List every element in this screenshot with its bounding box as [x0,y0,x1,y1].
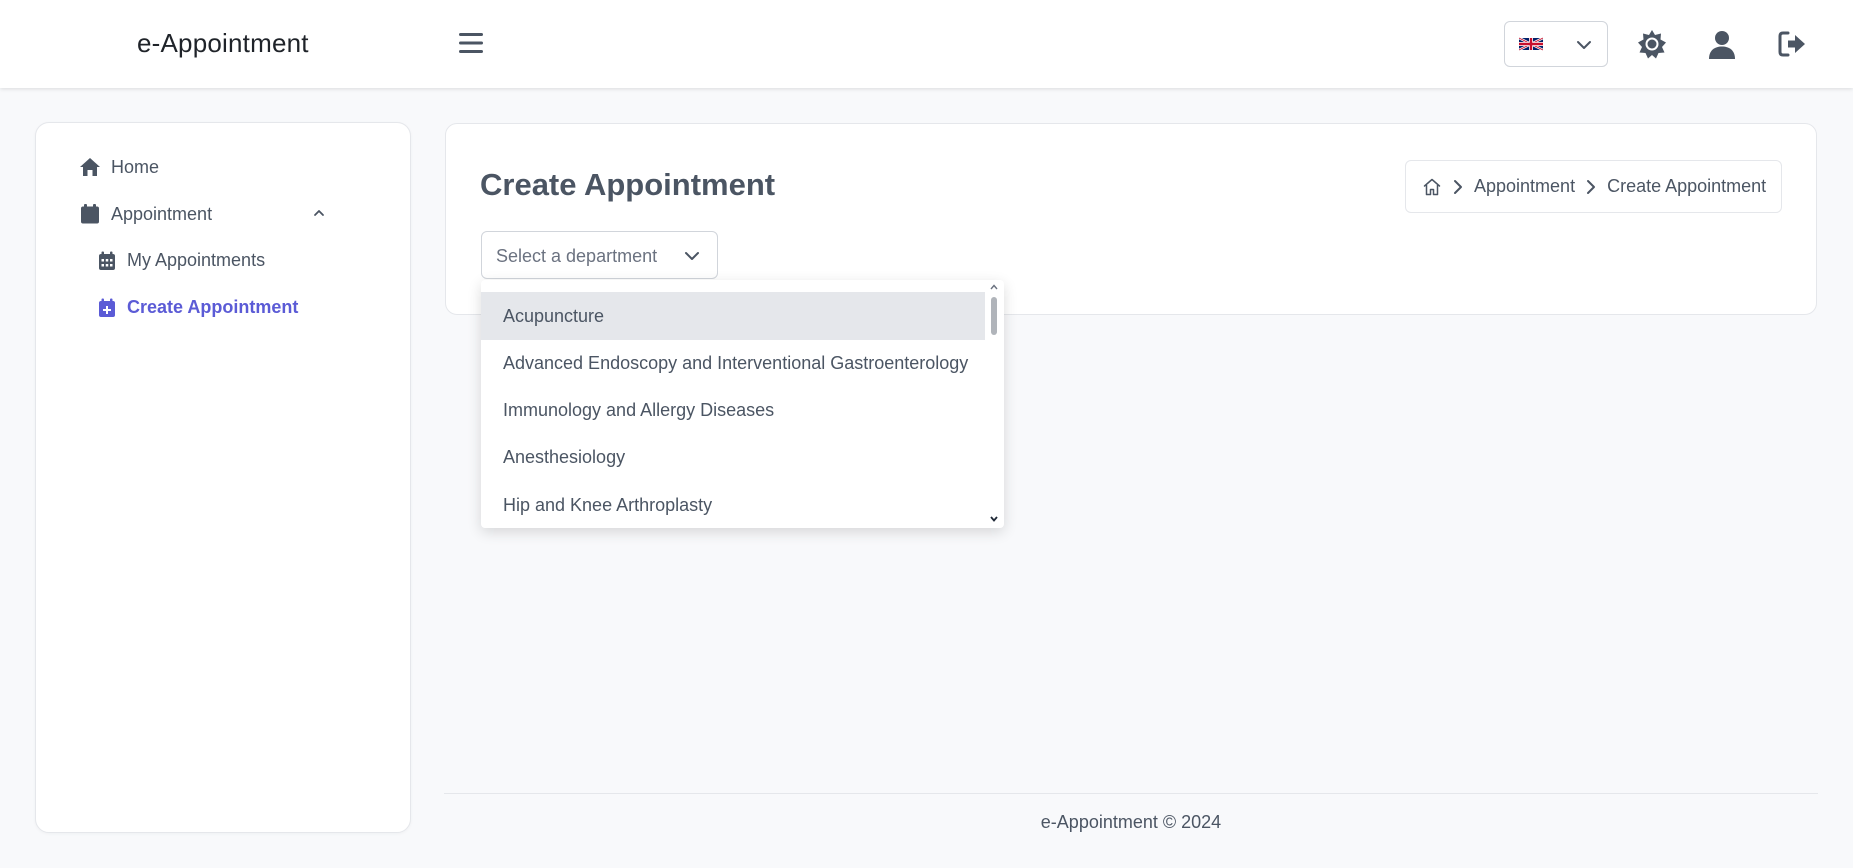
breadcrumb-separator-icon [1585,179,1597,195]
chevron-down-icon [1577,41,1591,49]
sidebar-item-label: Home [111,156,160,177]
chevron-up-icon[interactable] [312,206,326,220]
scroll-down-arrow-icon[interactable] [989,514,999,524]
calendar-plus-icon [99,298,115,317]
calendar-grid-icon [99,251,115,270]
sidebar-item-create-appointment[interactable]: Create Appointment [98,297,298,318]
breadcrumb-appointment[interactable]: Appointment [1474,176,1575,197]
dropdown-option-immunology[interactable]: Immunology and Allergy Diseases [481,386,985,434]
sidebar-item-home[interactable]: Home [79,156,159,178]
sidebar-item-appointment[interactable]: Appointment [80,203,212,225]
logout-icon[interactable] [1776,28,1808,60]
language-select[interactable] [1504,21,1608,67]
breadcrumb: Appointment Create Appointment [1405,160,1782,213]
dropdown-option-anesthesiology[interactable]: Anesthesiology [481,433,985,481]
page-title: Create Appointment [480,167,776,202]
footer-divider [444,793,1818,794]
department-select-placeholder: Select a department [496,246,658,266]
home-outline-icon[interactable] [1422,177,1442,197]
sidebar-item-my-appointments[interactable]: My Appointments [98,250,265,271]
app-brand[interactable]: e-Appointment [137,28,309,59]
dropdown-option-endoscopy[interactable]: Advanced Endoscopy and Interventional Ga… [481,339,985,387]
sidebar-item-label: Create Appointment [127,297,299,317]
sidebar [35,122,411,833]
scroll-up-arrow-icon[interactable] [989,282,999,292]
calendar-icon [81,204,99,224]
hamburger-menu-icon[interactable] [458,30,484,56]
sidebar-item-label: My Appointments [127,250,266,270]
chevron-down-icon [685,252,699,260]
uk-flag-icon [1519,36,1543,52]
department-dropdown-list: Acupuncture Advanced Endoscopy and Inter… [481,280,1004,528]
footer-copyright: e-Appointment © 2024 [1040,812,1222,832]
home-icon [80,158,100,176]
sidebar-item-label: Appointment [111,203,213,224]
top-header: e-Appointment [0,0,1853,88]
breadcrumb-current: Create Appointment [1607,176,1767,196]
dropdown-option-arthroplasty[interactable]: Hip and Knee Arthroplasty [481,481,985,528]
department-select[interactable]: Select a department [481,231,718,279]
dropdown-option-acupuncture[interactable]: Acupuncture [481,292,985,340]
scrollbar-thumb[interactable] [991,297,997,335]
theme-toggle-sun-icon[interactable] [1636,28,1668,60]
breadcrumb-separator-icon [1452,179,1464,195]
user-profile-icon[interactable] [1706,28,1738,60]
